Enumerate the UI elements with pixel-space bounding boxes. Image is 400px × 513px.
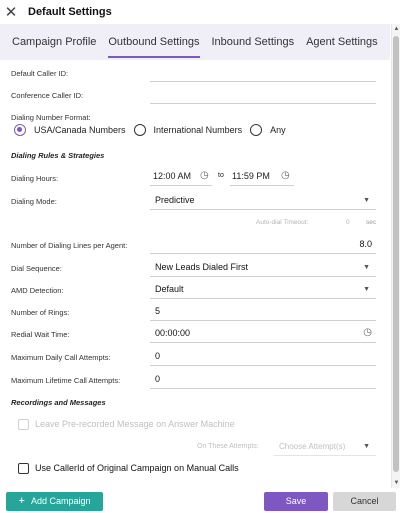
answer-machine-checkbox[interactable]	[18, 419, 29, 430]
dialing-number-format-radio-group: USA/Canada Numbers International Numbers…	[14, 124, 294, 136]
redial-wait-time-input[interactable]: 00:00:00 ◷	[150, 323, 376, 343]
dial-sequence-label: Dial Sequence:	[11, 264, 62, 273]
dialing-hours-start[interactable]: 12:00 AM	[153, 171, 191, 181]
conference-caller-id-input[interactable]	[150, 86, 376, 104]
redial-wait-time-label: Redial Wait Time:	[11, 330, 70, 339]
default-caller-id-input[interactable]	[150, 64, 376, 82]
radio-international[interactable]	[133, 124, 146, 136]
max-lifetime-attempts-label: Maximum Lifetime Call Attempts:	[11, 376, 121, 385]
answer-machine-label: Leave Pre-recorded Message on Answer Mac…	[35, 419, 235, 429]
start-time-underline	[150, 185, 212, 186]
dialing-mode-select[interactable]: Predictive ▼	[150, 190, 376, 210]
auto-dial-timeout-label: Auto-dial Timeout:	[256, 219, 309, 226]
recordings-section-title: Recordings and Messages	[11, 398, 106, 407]
max-daily-attempts-input[interactable]: 0	[150, 346, 376, 366]
radio-any-label[interactable]: Any	[270, 125, 286, 135]
scroll-down-arrow-icon[interactable]: ▼	[392, 480, 400, 486]
radio-usa-canada[interactable]	[14, 124, 26, 136]
clock-icon[interactable]: ◷	[200, 171, 209, 181]
conference-caller-id-label: Conference Caller ID:	[11, 91, 84, 100]
max-lifetime-attempts-input[interactable]: 0	[150, 369, 376, 389]
outbound-settings-form: Default Caller ID: Conference Caller ID:…	[0, 60, 390, 488]
radio-international-label[interactable]: International Numbers	[154, 125, 243, 135]
caller-id-original-checkbox[interactable]	[18, 463, 29, 474]
radio-usa-canada-label[interactable]: USA/Canada Numbers	[34, 125, 126, 135]
number-of-rings-label: Number of Rings:	[11, 308, 70, 317]
lines-per-agent-input[interactable]: 8.0	[150, 234, 376, 254]
dial-sequence-select[interactable]: New Leads Dialed First ▼	[150, 257, 376, 277]
settings-tabs: Campaign Profile Outbound Settings Inbou…	[0, 24, 390, 60]
dialing-rules-section-title: Dialing Rules & Strategies	[11, 151, 105, 160]
caller-id-original-label: Use CallerId of Original Campaign on Man…	[35, 463, 239, 473]
tab-agent-settings[interactable]: Agent Settings	[306, 24, 378, 60]
dropdown-arrow-icon: ▼	[363, 443, 370, 450]
add-campaign-label: Add Campaign	[30, 496, 91, 506]
close-icon[interactable]: ✕	[2, 5, 20, 20]
amd-detection-select[interactable]: Default ▼	[150, 279, 376, 299]
scrollbar-thumb[interactable]	[393, 36, 399, 472]
amd-detection-label: AMD Detection:	[11, 286, 64, 295]
dropdown-arrow-icon: ▼	[363, 264, 370, 271]
max-daily-attempts-label: Maximum Daily Call Attempts:	[11, 353, 111, 362]
dropdown-arrow-icon: ▼	[363, 197, 370, 204]
title-bar: ✕ Default Settings	[0, 0, 400, 24]
on-these-attempts-label: On These Attempts:	[197, 443, 259, 450]
tab-outbound-settings[interactable]: Outbound Settings	[108, 24, 200, 60]
dialing-hours-to: to	[218, 172, 224, 179]
tab-inbound-settings[interactable]: Inbound Settings	[212, 24, 295, 60]
cancel-button[interactable]: Cancel	[333, 492, 396, 511]
save-button[interactable]: Save	[264, 492, 328, 511]
window-title: Default Settings	[28, 6, 112, 18]
clock-icon[interactable]: ◷	[281, 171, 290, 181]
end-time-underline	[230, 185, 294, 186]
dropdown-arrow-icon: ▼	[363, 286, 370, 293]
auto-dial-timeout-unit: sec	[366, 219, 377, 226]
clock-icon[interactable]: ◷	[363, 328, 372, 338]
dialing-number-format-label: Dialing Number Format:	[11, 113, 91, 122]
dialing-hours-end[interactable]: 11:59 PM	[232, 171, 270, 181]
plus-icon: +	[18, 495, 25, 507]
vertical-scrollbar[interactable]: ▲ ▼	[391, 24, 400, 488]
auto-dial-timeout-value[interactable]: 0	[346, 219, 350, 226]
tab-campaign-profile[interactable]: Campaign Profile	[12, 24, 96, 60]
dialing-mode-label: Dialing Mode:	[11, 197, 57, 206]
number-of-rings-input[interactable]: 5	[150, 301, 376, 321]
lines-per-agent-label: Number of Dialing Lines per Agent:	[11, 241, 128, 250]
default-caller-id-label: Default Caller ID:	[11, 69, 69, 78]
footer-actions: + Add Campaign Save Cancel	[0, 488, 400, 513]
radio-any[interactable]	[250, 124, 263, 136]
add-campaign-button[interactable]: + Add Campaign	[6, 492, 103, 511]
dialing-hours-label: Dialing Hours:	[11, 174, 59, 183]
scroll-up-arrow-icon[interactable]: ▲	[392, 26, 400, 32]
on-these-attempts-select[interactable]: Choose Attempt(s) ▼	[274, 436, 376, 456]
